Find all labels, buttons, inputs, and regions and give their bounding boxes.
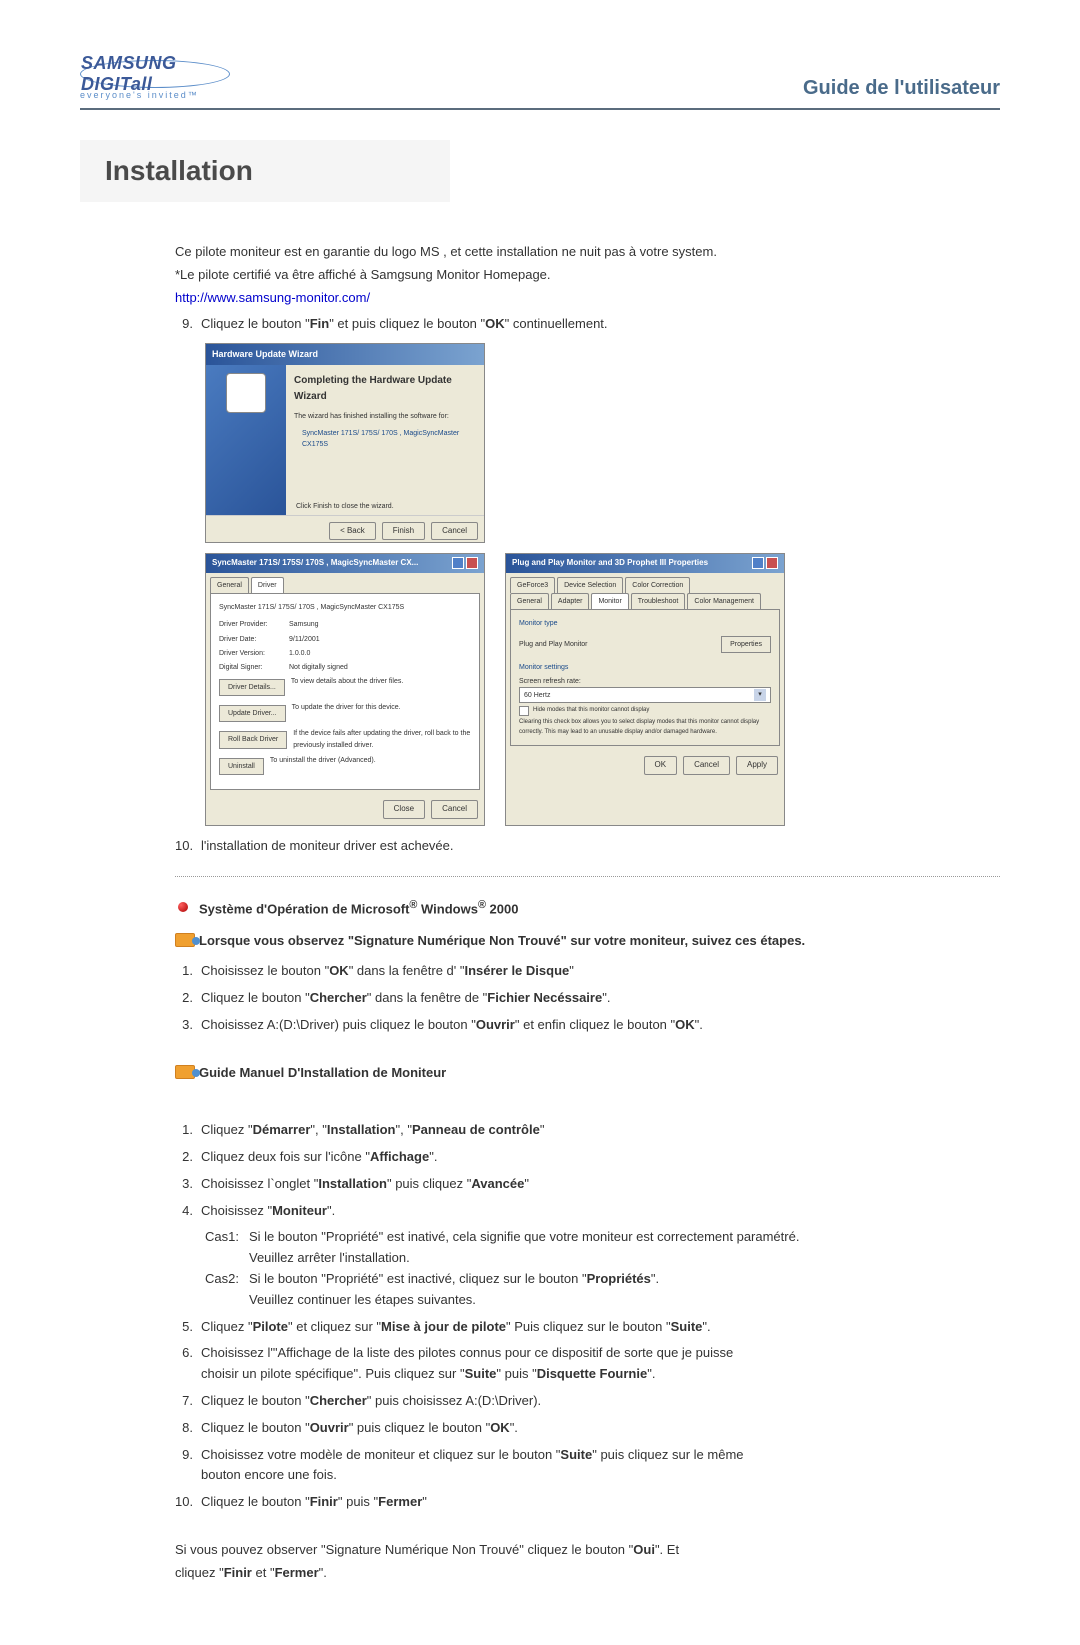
homepage-link[interactable]: http://www.samsung-monitor.com/ (175, 288, 1000, 309)
step-9: 9. Cliquez le bouton "Fin" et puis cliqu… (175, 314, 1000, 335)
tab-general[interactable]: General (210, 577, 249, 593)
manual-step-2: 2. Cliquez deux fois sur l'icône "Affich… (175, 1147, 1000, 1168)
os-heading: Système d'Opération de Microsoft® Window… (199, 897, 518, 920)
wizard-subtext: The wizard has finished installing the s… (294, 411, 476, 422)
refresh-rate-dropdown[interactable]: 60 Hertz ▾ (519, 687, 771, 703)
step-10: 10. l'installation de moniteur driver es… (175, 836, 1000, 857)
refresh-label: Screen refresh rate: (519, 676, 771, 687)
wizard-heading: Completing the Hardware Update Wizard (294, 373, 476, 405)
wizard-sidebar-image (206, 365, 286, 515)
manual-step-8: 8. Cliquez le bouton "Ouvrir" puis cliqu… (175, 1418, 1000, 1439)
cancel-button[interactable]: Cancel (431, 522, 478, 541)
hide-modes-desc: Clearing this check box allows you to se… (519, 718, 771, 737)
monitor-properties-window: Plug and Play Monitor and 3D Prophet III… (505, 553, 785, 825)
wizard-icon (226, 373, 266, 413)
manual-step-1: 1. Cliquez "Démarrer", "Installation", "… (175, 1120, 1000, 1141)
manual-step-6: 6. Choisissez l'"Affichage de la liste d… (175, 1343, 1000, 1385)
manual-step-10: 10. Cliquez le bouton "Finir" puis "Ferm… (175, 1492, 1000, 1513)
sig-step: 2.Cliquez le bouton "Chercher" dans la f… (175, 988, 1000, 1009)
monitor-settings-group: Monitor settings (519, 662, 771, 673)
close-button[interactable]: Close (383, 800, 425, 819)
footer-note-1: Si vous pouvez observer "Signature Numér… (175, 1540, 1000, 1561)
divider (175, 876, 1000, 877)
guide-title: Guide de l'utilisateur (803, 77, 1000, 100)
number-icon (175, 1065, 191, 1081)
hide-modes-label: Hide modes that this monitor cannot disp… (533, 706, 649, 716)
ok-button[interactable]: OK (644, 756, 678, 775)
manual-step-3: 3. Choisissez l`onglet "Installation" pu… (175, 1174, 1000, 1195)
section-title: Installation (80, 140, 450, 202)
rollback-driver-button[interactable]: Roll Back Driver (219, 731, 287, 748)
close-icon[interactable] (466, 557, 478, 569)
help-icon[interactable] (452, 557, 464, 569)
signature-steps: 1.Choisissez le bouton "OK" dans la fenê… (175, 961, 1000, 1035)
uninstall-button[interactable]: Uninstall (219, 758, 264, 775)
chevron-down-icon: ▾ (754, 689, 766, 701)
logo-tagline: everyone's invited™ (80, 90, 230, 100)
driver-device: SyncMaster 171S/ 175S/ 170S , MagicSyncM… (219, 602, 471, 613)
manual-step-9: 9. Choisissez votre modèle de moniteur e… (175, 1445, 1000, 1487)
tab-color-mgmt[interactable]: Color Management (687, 593, 761, 609)
manual-heading: Guide Manuel D'Installation de Moniteur (199, 1063, 446, 1084)
signature-warning-row: Lorsque vous observez "Signature Numériq… (175, 931, 1000, 956)
cancel-button[interactable]: Cancel (431, 800, 478, 819)
tab-troubleshoot[interactable]: Troubleshoot (631, 593, 686, 609)
page: SAMSUNG DIGITall everyone's invited™ Gui… (0, 0, 1080, 1645)
close-icon[interactable] (766, 557, 778, 569)
tab-adapter[interactable]: Adapter (551, 593, 590, 609)
manual-heading-row: Guide Manuel D'Installation de Moniteur (175, 1063, 1000, 1088)
cas-block: Cas1:Si le bouton "Propriété" est inativ… (205, 1227, 1000, 1310)
help-icon[interactable] (752, 557, 764, 569)
header: SAMSUNG DIGITall everyone's invited™ Gui… (80, 60, 1000, 110)
monitor-type-group: Monitor type (519, 618, 771, 629)
driver-props-title: SyncMaster 171S/ 175S/ 170S , MagicSyncM… (212, 557, 418, 570)
step-num: 9. (175, 314, 201, 335)
driver-properties-window: SyncMaster 171S/ 175S/ 170S , MagicSyncM… (205, 553, 485, 825)
tab-driver[interactable]: Driver (251, 577, 284, 593)
properties-screenshots: SyncMaster 171S/ 175S/ 170S , MagicSyncM… (205, 553, 1000, 825)
manual-step-7: 7. Cliquez le bouton "Chercher" puis cho… (175, 1391, 1000, 1412)
monitor-props-title: Plug and Play Monitor and 3D Prophet III… (512, 557, 708, 570)
tab-geforce[interactable]: GeForce3 (510, 577, 555, 593)
signature-warning: Lorsque vous observez "Signature Numériq… (199, 931, 805, 952)
sig-step: 1.Choisissez le bouton "OK" dans la fenê… (175, 961, 1000, 982)
manual-step-4: 4. Choisissez "Moniteur". (175, 1201, 1000, 1222)
intro-line2: *Le pilote certifié va être affiché à Sa… (175, 265, 1000, 286)
footer-note-2: cliquez "Finir et "Fermer". (175, 1563, 1000, 1584)
cancel-button[interactable]: Cancel (683, 756, 730, 775)
step-text: l'installation de moniteur driver est ac… (201, 836, 1000, 857)
tab-monitor[interactable]: Monitor (591, 593, 628, 609)
finish-button[interactable]: Finish (382, 522, 425, 541)
content: Ce pilote moniteur est en garantie du lo… (175, 242, 1000, 1583)
red-bullet-icon (175, 899, 191, 915)
hide-modes-checkbox[interactable] (519, 706, 529, 716)
logo-oval: SAMSUNG DIGITall (80, 60, 230, 88)
os-heading-row: Système d'Opération de Microsoft® Window… (175, 897, 1000, 924)
tab-color-correction[interactable]: Color Correction (625, 577, 690, 593)
monitor-name: Plug and Play Monitor (519, 639, 587, 650)
step-text: Cliquez le bouton "Fin" et puis cliquez … (201, 314, 1000, 335)
properties-button[interactable]: Properties (721, 636, 771, 653)
back-button[interactable]: < Back (329, 522, 376, 541)
tab-device-selection[interactable]: Device Selection (557, 577, 623, 593)
intro-line1: Ce pilote moniteur est en garantie du lo… (175, 242, 1000, 263)
tab-general[interactable]: General (510, 593, 549, 609)
manual-step-5: 5. Cliquez "Pilote" et cliquez sur "Mise… (175, 1317, 1000, 1338)
update-driver-button[interactable]: Update Driver... (219, 705, 286, 722)
wizard-screenshot: Hardware Update Wizard Completing the Ha… (205, 343, 485, 543)
logo-text: SAMSUNG DIGITall (81, 53, 229, 95)
wizard-device: SyncMaster 171S/ 175S/ 170S , MagicSyncM… (302, 428, 476, 450)
wizard-title: Hardware Update Wizard (206, 344, 484, 364)
number-icon (175, 933, 191, 949)
logo: SAMSUNG DIGITall everyone's invited™ (80, 60, 230, 100)
step-num: 10. (175, 836, 201, 857)
sig-step: 3.Choisissez A:(D:\Driver) puis cliquez … (175, 1015, 1000, 1036)
wizard-click-text: Click Finish to close the wizard. (296, 501, 394, 512)
driver-details-button[interactable]: Driver Details... (219, 679, 285, 696)
apply-button[interactable]: Apply (736, 756, 778, 775)
